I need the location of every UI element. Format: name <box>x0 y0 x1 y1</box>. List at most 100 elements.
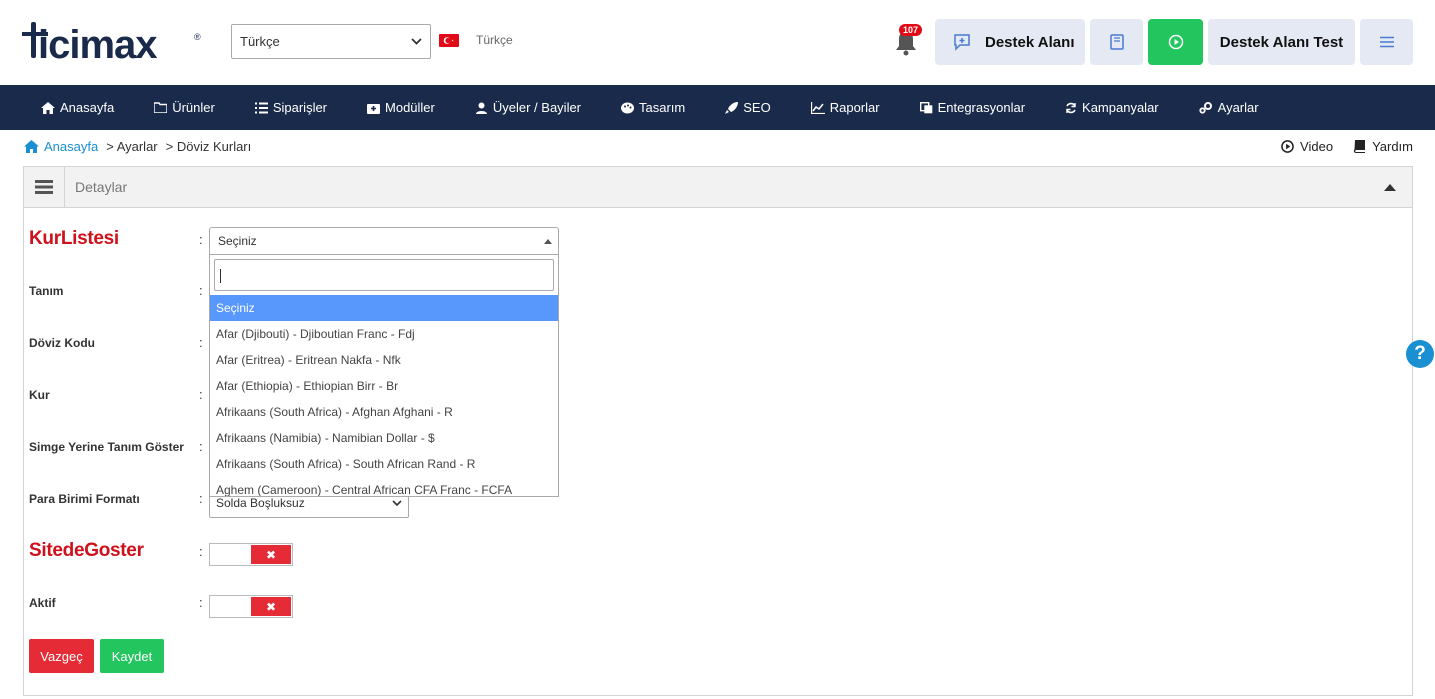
nav-item-tasarim[interactable]: Tasarım <box>621 100 685 115</box>
sitedegoster-label: SitedeGoster <box>29 540 144 561</box>
collapse-caret-icon[interactable] <box>1384 184 1396 191</box>
panel-header: Detaylar <box>24 167 1412 208</box>
breadcrumb-home-label: Anasayfa <box>44 139 99 154</box>
help-float-button[interactable]: ? <box>1406 340 1434 368</box>
nav-label: Kampanyalar <box>1082 100 1159 115</box>
breadcrumb-item-ayarlar[interactable]: > Ayarlar <box>106 139 157 154</box>
simge-label: Simge Yerine Tanım Göster <box>29 439 184 454</box>
notification-badge: 107 <box>899 24 923 36</box>
support-area-button[interactable]: Destek Alanı <box>935 19 1085 65</box>
dropdown-option[interactable]: Afrikaans (Namibia) - Namibian Dollar - … <box>210 425 558 451</box>
form-row-aktif: Aktif : <box>29 595 209 610</box>
colon: : <box>199 283 203 298</box>
nav-label: Anasayfa <box>60 100 115 115</box>
breadcrumb-item-doviz: > Döviz Kurları <box>165 139 252 154</box>
user-account-button[interactable]: Destek Alanı Test <box>1208 19 1355 65</box>
colon: : <box>199 439 203 454</box>
form-row-kurlistesi: KurListesi : <box>29 228 209 250</box>
nav-item-seo[interactable]: SEO <box>725 100 771 115</box>
toggle-off-icon: ✖ <box>251 597 291 616</box>
list-icon <box>254 102 268 113</box>
form-row-tanim: Tanım : <box>29 283 209 298</box>
video-tutorial-button[interactable] <box>1148 19 1203 65</box>
language-select[interactable]: Türkçe <box>231 24 431 59</box>
dropdown-option[interactable]: Afar (Eritrea) - Eritrean Nakfa - Nfk <box>210 347 558 373</box>
chart-icon <box>810 101 825 114</box>
nav-item-ayarlar[interactable]: Ayarlar <box>1199 100 1259 115</box>
play-circle-icon <box>1281 140 1294 153</box>
nav-label: Siparişler <box>272 100 328 115</box>
nav-item-uyeler[interactable]: Üyeler / Bayiler <box>475 100 581 115</box>
colon: : <box>199 231 203 247</box>
book-icon <box>1353 140 1366 153</box>
menu-button[interactable] <box>1360 19 1413 65</box>
language-select-value: Türkçe <box>240 34 280 49</box>
chevron-down-icon <box>392 499 402 506</box>
help-link[interactable]: Yardım <box>1353 139 1413 154</box>
sitedegoster-toggle[interactable]: ✖ <box>209 543 293 566</box>
hamburger-icon <box>35 180 53 194</box>
nav-label: Tasarım <box>639 100 686 115</box>
form-row-simge: Simge Yerine Tanım Göster : <box>29 439 209 454</box>
dropdown-search-input[interactable] <box>214 259 554 291</box>
nav-label: Entegrasyonlar <box>937 100 1026 115</box>
gears-icon <box>1199 101 1212 114</box>
video-link[interactable]: Video <box>1281 139 1333 154</box>
page-help-links: Video Yardım <box>1261 139 1413 154</box>
kurlistesi-select[interactable]: Seçiniz <box>209 227 559 255</box>
svg-text:®: ® <box>194 32 201 42</box>
form-row-kur: Kur : <box>29 387 209 402</box>
colon: : <box>199 491 203 506</box>
refresh-icon <box>1066 102 1076 113</box>
panel-title: Detaylar <box>75 179 128 195</box>
kur-label: Kur <box>29 387 50 402</box>
dropdown-option[interactable]: Afar (Ethiopia) - Ethiopian Birr - Br <box>210 373 558 399</box>
breadcrumb-home[interactable]: Anasayfa <box>24 139 98 154</box>
save-button[interactable]: Kaydet <box>100 639 164 673</box>
video-link-label: Video <box>1300 139 1334 154</box>
dropdown-option[interactable]: Afar (Djibouti) - Djiboutian Franc - Fdj <box>210 321 558 347</box>
colon: : <box>199 335 203 350</box>
main-navigation: Anasayfa Ürünler Siparişler Modüller Üye… <box>0 85 1435 130</box>
users-icon <box>475 102 487 114</box>
nav-item-kampanyalar[interactable]: Kampanyalar <box>1065 100 1159 115</box>
aktif-toggle[interactable]: ✖ <box>209 595 293 618</box>
caret-up-icon <box>544 239 552 244</box>
dropdown-option[interactable]: Afrikaans (South Africa) - Afghan Afghan… <box>210 399 558 425</box>
nav-item-siparisler[interactable]: Siparişler <box>254 100 328 115</box>
dropdown-option[interactable]: Aghem (Cameroon) - Central African CFA F… <box>210 477 558 496</box>
panel-menu-button[interactable] <box>24 167 65 207</box>
chat-plus-icon <box>954 34 970 51</box>
kurlistesi-select-value: Seçiniz <box>218 234 257 248</box>
cancel-button[interactable]: Vazgeç <box>29 639 94 673</box>
language-label: Türkçe <box>476 33 513 47</box>
doviz-kodu-label: Döviz Kodu <box>29 335 95 350</box>
aktif-label: Aktif <box>29 595 56 610</box>
svg-text:icimax: icimax <box>38 23 157 64</box>
help-link-label: Yardım <box>1372 139 1413 154</box>
nav-item-entegrasyonlar[interactable]: Entegrasyonlar <box>919 100 1026 115</box>
text-cursor <box>220 269 221 283</box>
turkish-flag-icon <box>439 34 459 47</box>
breadcrumb: Anasayfa > Ayarlar > Döviz Kurları <box>24 139 251 154</box>
nav-item-raporlar[interactable]: Raporlar <box>810 100 880 115</box>
tanim-label: Tanım <box>29 283 64 298</box>
book-icon <box>1109 34 1124 50</box>
nav-item-moduller[interactable]: Modüller <box>367 100 435 115</box>
ticimax-logo[interactable]: icimax ® <box>22 18 204 64</box>
nav-item-urunler[interactable]: Ürünler <box>154 100 215 115</box>
nav-item-anasayfa[interactable]: Anasayfa <box>41 100 114 115</box>
nav-label: Modüller <box>385 100 435 115</box>
kurlistesi-label: KurListesi <box>29 228 119 249</box>
guide-button[interactable] <box>1090 19 1143 65</box>
para-birimi-label: Para Birimi Formatı <box>29 491 140 506</box>
dropdown-option[interactable]: Afrikaans (South Africa) - South African… <box>210 451 558 477</box>
play-circle-icon <box>1168 34 1183 50</box>
dropdown-option[interactable]: Seçiniz <box>210 295 558 321</box>
user-account-label: Destek Alanı Test <box>1219 33 1344 51</box>
palette-icon <box>621 102 635 113</box>
kurlistesi-dropdown: Seçiniz Afar (Djibouti) - Djiboutian Fra… <box>209 255 559 497</box>
colon: : <box>199 543 203 559</box>
form-row-doviz-kodu: Döviz Kodu : <box>29 335 209 350</box>
toggle-off-icon: ✖ <box>251 545 291 564</box>
